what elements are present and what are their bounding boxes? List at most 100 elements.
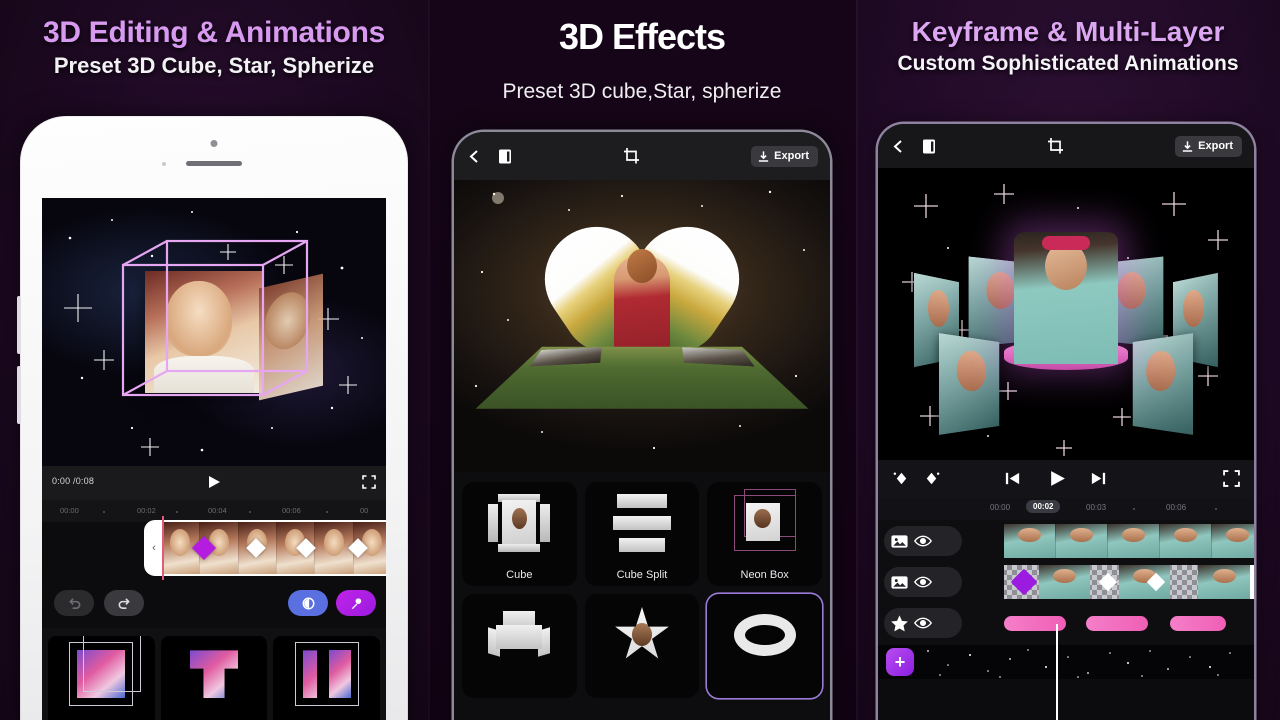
add-layer-button[interactable]: +	[886, 648, 914, 676]
panel-divider	[428, 0, 430, 720]
cube-shape-icon	[488, 494, 551, 552]
video-clip-track[interactable]: ‹	[146, 522, 386, 574]
clip-frame	[1108, 524, 1160, 558]
redo-icon[interactable]	[104, 590, 144, 616]
panel-divider	[856, 0, 858, 720]
panel-2-heading: 3D Effects Preset 3D cube,Star, spherize	[428, 0, 856, 104]
image-icon[interactable]	[890, 532, 909, 551]
star-shape-icon	[615, 607, 669, 659]
star-icon[interactable]	[890, 614, 909, 633]
timecode-label: 0:00 /0:08	[52, 476, 95, 486]
track-row[interactable]	[878, 522, 1254, 560]
effect-item-ring-selected[interactable]	[707, 594, 822, 698]
effect-item-cube-split[interactable]: Cube Split	[584, 482, 700, 586]
track-row[interactable]	[878, 604, 1254, 642]
volume-up-button[interactable]	[17, 296, 21, 354]
fullscreen-icon[interactable]	[1223, 470, 1240, 487]
panel-1-heading: 3D Editing & Animations Preset 3D Cube, …	[0, 0, 428, 79]
timeline-ruler[interactable]: 00:00 00:02 00:04 00:06 00	[42, 500, 386, 522]
player-control-bar	[878, 460, 1254, 498]
export-button[interactable]: Export	[1175, 135, 1242, 157]
cube-3d-object[interactable]	[109, 237, 323, 427]
cube-split-shape-icon	[612, 494, 671, 552]
effect-label: Cube Split	[616, 569, 668, 581]
export-button[interactable]: Export	[751, 145, 818, 167]
skip-previous-icon[interactable]	[1004, 470, 1021, 487]
track-effect-area[interactable]	[1004, 606, 1254, 640]
selected-clip[interactable]: ‹ ›	[1004, 565, 1254, 599]
crop-icon[interactable]	[623, 147, 642, 166]
track-row-selected[interactable]: ‹ ›	[878, 563, 1254, 601]
clip-thumbnails	[1004, 524, 1254, 558]
phone-screen: 0:00 /0:08 00:00 00:02 00:04 00:06 00 ‹	[42, 198, 386, 720]
volume-down-button[interactable]	[17, 366, 21, 424]
effect-item-neon-box[interactable]: Neon Box	[707, 482, 822, 586]
base-photo-panel	[682, 347, 755, 367]
phone-mockup-dark: Export	[454, 132, 830, 720]
camera-dot-icon	[210, 140, 218, 147]
background-track[interactable]: +	[878, 645, 1254, 679]
track-controls[interactable]	[884, 526, 962, 556]
magic-wand-icon[interactable]	[336, 590, 376, 616]
effects-carousel[interactable]: Cube Hollow Out	[42, 628, 386, 720]
keyframe-prev-icon[interactable]	[892, 469, 911, 488]
play-icon[interactable]	[207, 475, 221, 489]
track-controls[interactable]	[884, 567, 962, 597]
effect-thumbnail	[707, 482, 822, 564]
playhead[interactable]	[1056, 624, 1058, 720]
eye-icon[interactable]	[913, 572, 933, 592]
clip-right-handle[interactable]: ›	[1250, 565, 1254, 599]
skip-next-icon[interactable]	[1090, 470, 1107, 487]
base-photo-panel	[529, 347, 602, 367]
effect-item-open-box[interactable]	[462, 594, 577, 698]
effect-item[interactable]: Open Box	[273, 636, 381, 720]
image-icon[interactable]	[890, 573, 909, 592]
phone-mockup-dark: Export	[878, 124, 1254, 720]
effect-item[interactable]: Cube	[48, 636, 155, 720]
chevron-left-icon[interactable]	[890, 138, 907, 155]
video-preview[interactable]	[878, 168, 1254, 460]
title-part-b-highlighted: D	[577, 16, 605, 60]
effect-bar[interactable]	[1170, 616, 1226, 631]
brightness-icon[interactable]	[288, 590, 328, 616]
aspect-ratio-icon[interactable]	[921, 138, 937, 155]
effect-item-cube[interactable]: Cube	[462, 482, 577, 586]
eye-icon[interactable]	[913, 531, 933, 551]
cube-preview-icon	[69, 636, 142, 707]
effect-item[interactable]: Hollow Out	[160, 636, 268, 720]
open-box-preview-icon	[294, 642, 359, 707]
clip-left-handle[interactable]: ‹	[146, 522, 162, 574]
track-controls[interactable]	[884, 608, 962, 638]
video-preview[interactable]	[42, 198, 386, 466]
eye-icon[interactable]	[913, 613, 933, 633]
crop-icon[interactable]	[1047, 137, 1066, 156]
effect-thumbnail	[462, 594, 577, 676]
effect-thumbnail	[462, 482, 577, 564]
fullscreen-icon[interactable]	[362, 475, 376, 489]
effect-bar[interactable]	[1086, 616, 1148, 631]
effect-item-star[interactable]	[584, 594, 700, 698]
chevron-left-icon[interactable]	[466, 148, 483, 165]
effects-grid[interactable]: Cube Cube Split Neon Box	[454, 472, 830, 698]
aspect-ratio-icon[interactable]	[497, 148, 513, 165]
effect-label	[707, 676, 822, 698]
video-preview[interactable]	[454, 180, 830, 472]
page-title: Keyframe & Multi-Layer	[911, 16, 1225, 47]
keyframe-next-icon[interactable]	[922, 469, 941, 488]
editor-toolbar: Export	[878, 124, 1254, 168]
timeline-ruler[interactable]: 00:00 00:02 00:03 00:06	[878, 498, 1254, 520]
export-label: Export	[774, 150, 809, 162]
undo-icon[interactable]	[54, 590, 94, 616]
effect-thumbnail	[585, 482, 700, 564]
layer-tracks[interactable]: ‹ ›	[878, 520, 1254, 679]
clip-checker-thumbnails	[1004, 565, 1250, 599]
page-title: 3D Effects	[559, 16, 726, 60]
effect-thumbnail	[48, 636, 155, 716]
page-title: 3D Editing & Animations	[43, 16, 385, 49]
playhead[interactable]	[162, 516, 164, 580]
play-icon[interactable]	[1048, 469, 1067, 488]
track-clip-area[interactable]	[1004, 524, 1254, 558]
clip-frame	[1160, 524, 1212, 558]
effect-label: Cube	[48, 716, 155, 720]
track-clip-area[interactable]: ‹ ›	[1004, 565, 1254, 599]
